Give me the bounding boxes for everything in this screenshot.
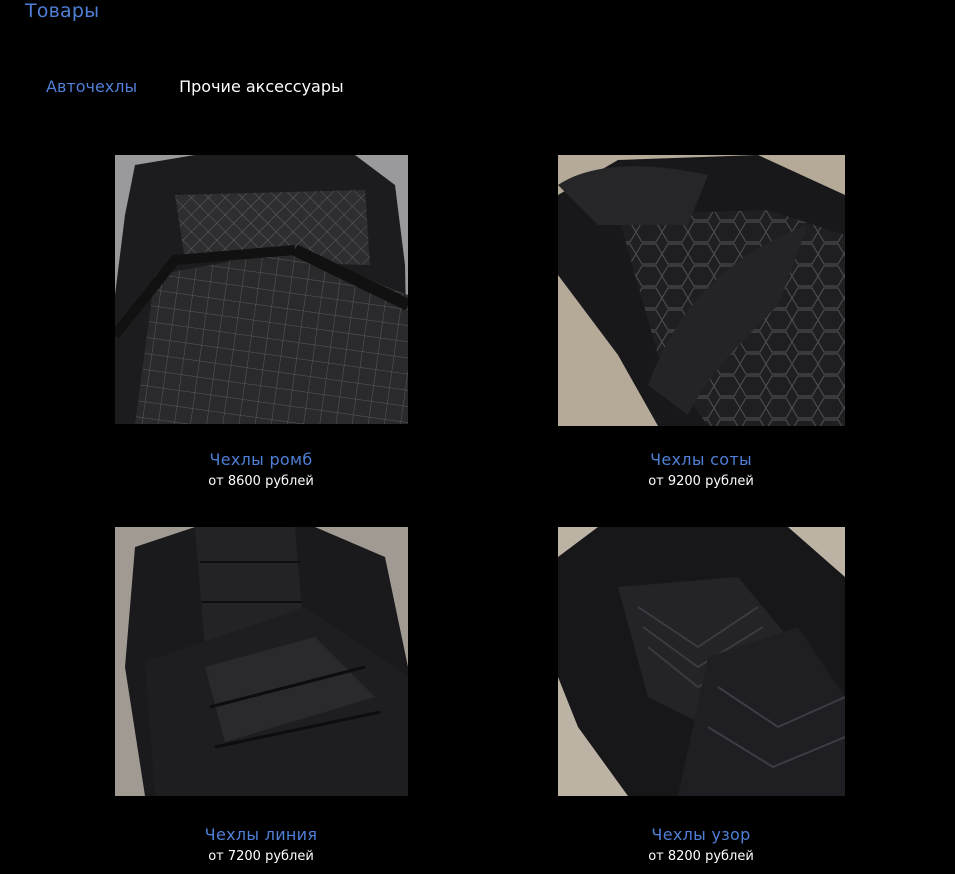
tab-other-accessories[interactable]: Прочие аксессуары: [179, 77, 344, 96]
product-card-honeycomb: Чехлы соты от 9200 рублей: [551, 450, 851, 489]
seat-cover-pattern-image[interactable]: [558, 527, 845, 796]
product-price: от 9200 рублей: [648, 474, 754, 489]
product-name[interactable]: Чехлы линия: [111, 825, 411, 844]
seat-cover-honeycomb-image[interactable]: [558, 155, 845, 426]
product-price: от 8200 рублей: [648, 849, 754, 864]
page-title: Товары: [25, 0, 100, 22]
product-name[interactable]: Чехлы соты: [551, 450, 851, 469]
tab-car-covers[interactable]: Авточехлы: [46, 77, 137, 96]
product-card-rhombus: Чехлы ромб от 8600 рублей: [111, 450, 411, 489]
category-tabs: Авточехлы Прочие аксессуары: [46, 77, 344, 96]
product-price: от 7200 рублей: [208, 849, 314, 864]
product-price: от 8600 рублей: [208, 474, 314, 489]
product-name[interactable]: Чехлы узор: [551, 825, 851, 844]
seat-cover-line-image[interactable]: [115, 527, 408, 796]
product-card-pattern: Чехлы узор от 8200 рублей: [551, 825, 851, 864]
product-card-line: Чехлы линия от 7200 рублей: [111, 825, 411, 864]
product-name[interactable]: Чехлы ромб: [111, 450, 411, 469]
seat-cover-rhombus-image[interactable]: [115, 155, 408, 424]
